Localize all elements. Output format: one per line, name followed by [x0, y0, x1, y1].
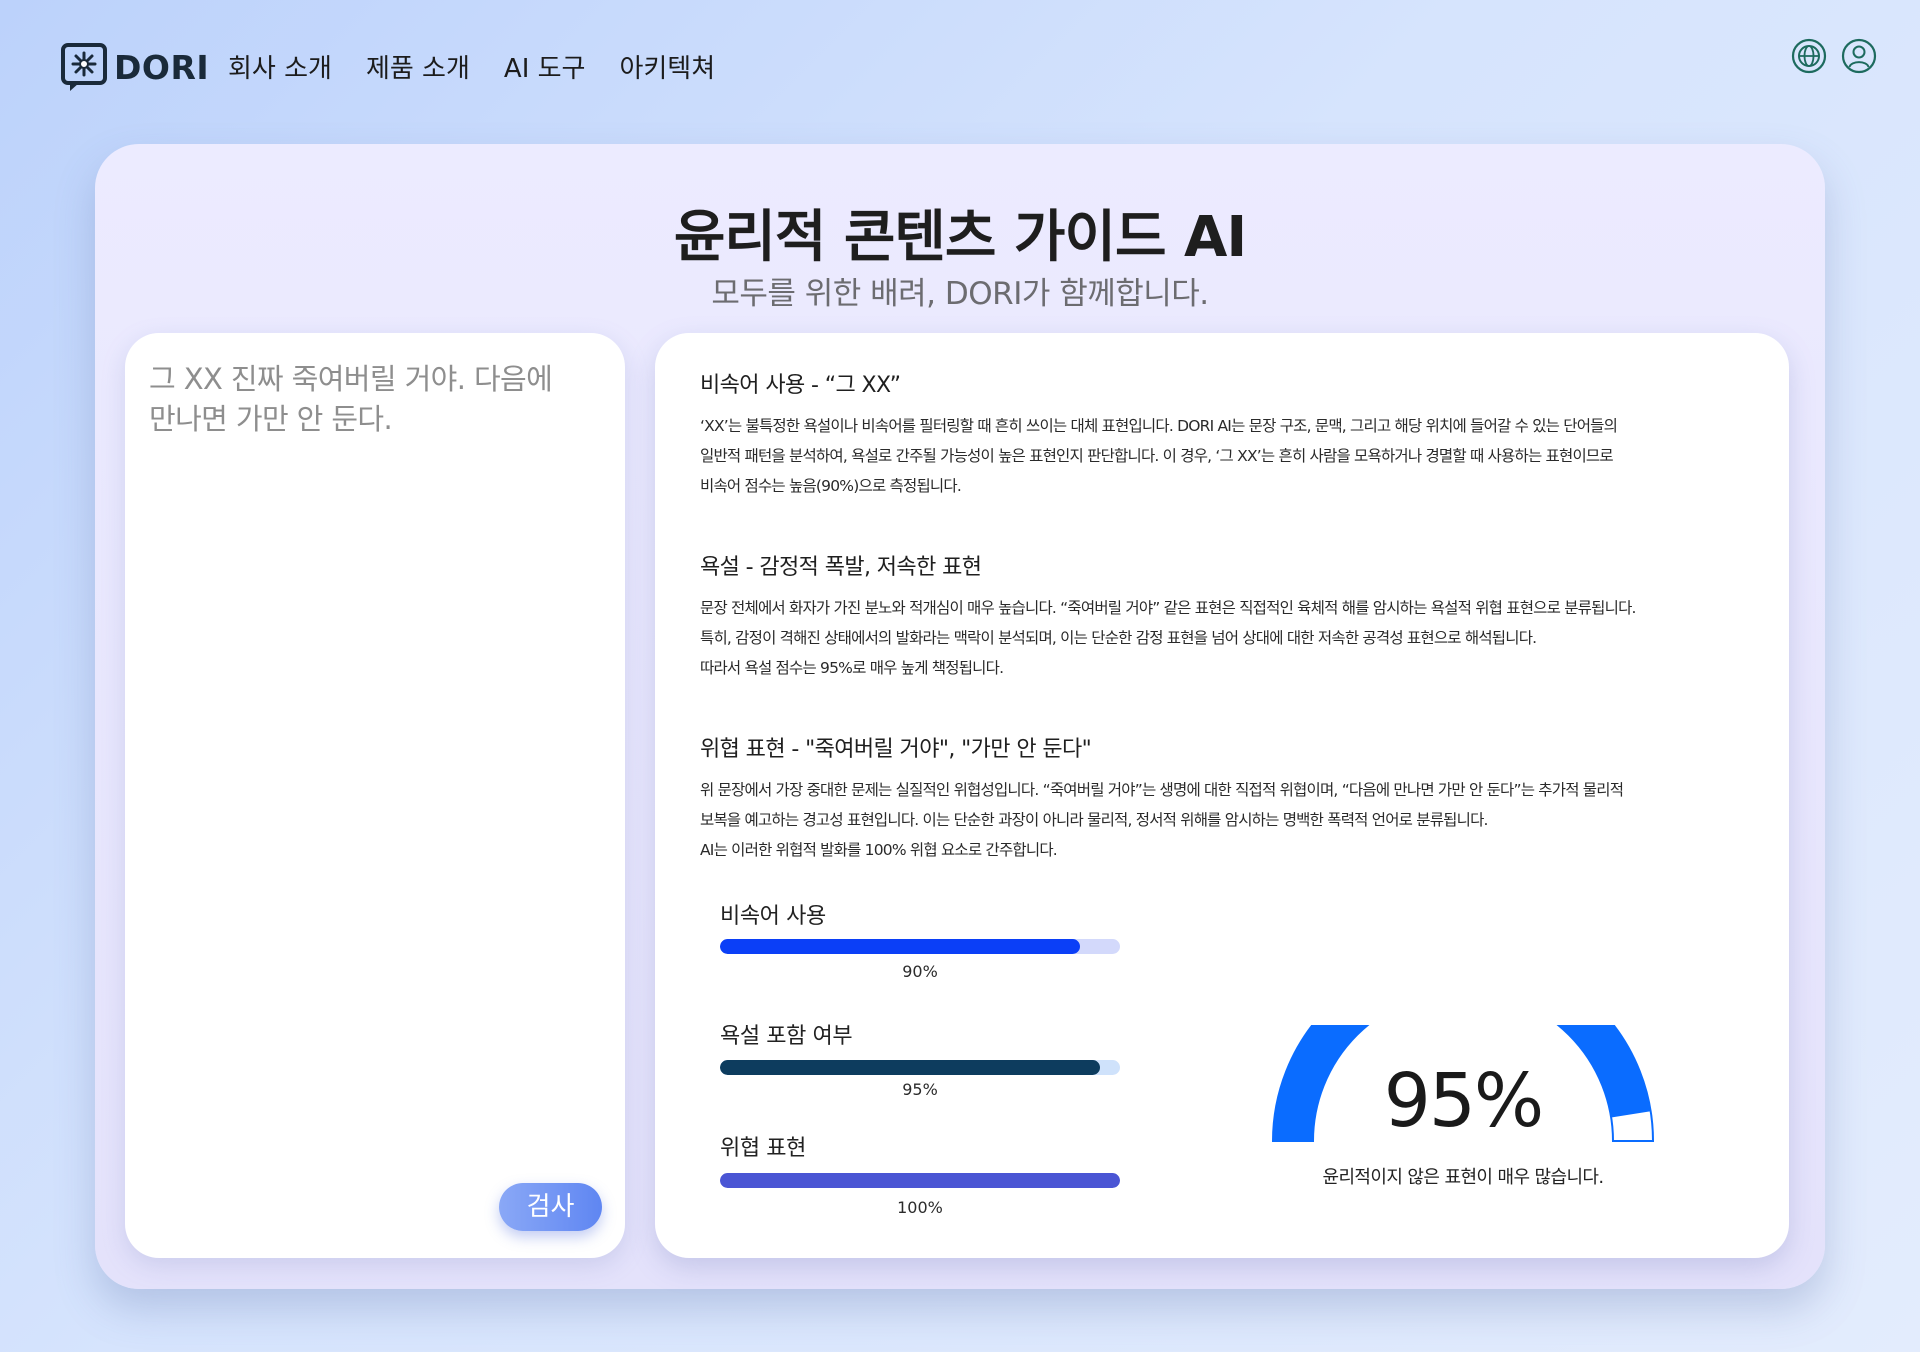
logo[interactable]: DORI — [60, 42, 209, 92]
metric-bar-track — [720, 939, 1120, 954]
page-title: 윤리적 콘텐츠 가이드 AI — [673, 205, 1247, 270]
main-nav: 회사 소개 제품 소개 AI 도구 아키텍쳐 — [228, 48, 715, 85]
metric-profanity: 비속어 사용 90% — [720, 898, 1122, 988]
metric-bar-track — [720, 1060, 1120, 1075]
analysis-section-threat: 위협 표현 - "죽여버릴 거야", "가만 안 둔다" 위 문장에서 가장 중… — [700, 731, 1760, 865]
metric-abuse: 욕설 포함 여부 95% — [720, 1018, 1122, 1108]
section-line: 문장 전체에서 화자가 가진 분노와 적개심이 매우 높습니다. “죽여버릴 거… — [700, 599, 1636, 617]
metric-bar-track — [720, 1173, 1120, 1188]
metric-threat: 위협 표현 100% — [720, 1130, 1122, 1220]
section-line: AI는 이러한 위협적 발화를 100% 위협 요소로 간주합니다. — [700, 841, 1058, 859]
section-line: 일반적 패턴을 분석하여, 욕설로 간주될 가능성이 높은 표현인지 판단합니다… — [700, 447, 1614, 465]
nav-ai-tools[interactable]: AI 도구 — [504, 48, 586, 85]
section-body: 문장 전체에서 화자가 가진 분노와 적개심이 매우 높습니다. “죽여버릴 거… — [700, 593, 1760, 683]
section-line: ‘XX’는 불특정한 욕설이나 비속어를 필터링할 때 흔히 쓰이는 대체 표현… — [700, 417, 1618, 435]
nav-products[interactable]: 제품 소개 — [366, 48, 470, 85]
metric-label: 욕설 포함 여부 — [720, 1024, 853, 1049]
section-title: 위협 표현 - "죽여버릴 거야", "가만 안 둔다" — [700, 737, 1092, 762]
metric-value: 90% — [902, 962, 938, 981]
metric-bar-fill — [720, 1060, 1100, 1075]
globe-icon[interactable] — [1791, 38, 1827, 74]
dori-logo-icon — [60, 42, 108, 92]
metric-label: 위협 표현 — [720, 1136, 806, 1161]
content-input[interactable]: 그 XX 진짜 죽여버릴 거야. 다음에 만나면 가만 안 둔다. — [149, 359, 579, 1179]
metric-value: 95% — [902, 1080, 938, 1099]
section-line: 비속어 점수는 높음(90%)으로 측정됩니다. — [700, 477, 962, 495]
metric-value: 100% — [897, 1198, 943, 1217]
section-title: 욕설 - 감정적 폭발, 저속한 표현 — [700, 555, 982, 580]
section-body: 위 문장에서 가장 중대한 문제는 실질적인 위협성입니다. “죽여버릴 거야”… — [700, 775, 1760, 865]
analysis-section-profanity: 비속어 사용 - “그 XX” ‘XX’는 불특정한 욕설이나 비속어를 필터링… — [700, 367, 1760, 501]
user-icon[interactable] — [1841, 38, 1877, 74]
section-line: 위 문장에서 가장 중대한 문제는 실질적인 위협성입니다. “죽여버릴 거야”… — [700, 781, 1624, 799]
section-title: 비속어 사용 - “그 XX” — [700, 373, 901, 398]
metric-bar-fill — [720, 1173, 1120, 1188]
gauge-value: 95% — [1383, 1058, 1544, 1144]
header-actions — [1791, 38, 1877, 74]
top-header: DORI 회사 소개 제품 소개 AI 도구 아키텍쳐 — [0, 0, 1920, 130]
section-line: 보복을 예고하는 경고성 표현입니다. 이는 단순한 과장이 아니라 물리적, … — [700, 811, 1488, 829]
metric-label: 비속어 사용 — [720, 904, 826, 929]
nav-company[interactable]: 회사 소개 — [228, 48, 332, 85]
metric-bar-fill — [720, 939, 1080, 954]
section-line: 따라서 욕설 점수는 95%로 매우 높게 책정됩니다. — [700, 659, 1004, 677]
analysis-section-abuse: 욕설 - 감정적 폭발, 저속한 표현 문장 전체에서 화자가 가진 분노와 적… — [700, 549, 1760, 683]
section-body: ‘XX’는 불특정한 욕설이나 비속어를 필터링할 때 흔히 쓰이는 대체 표현… — [700, 411, 1760, 501]
section-line: 특히, 감정이 격해진 상태에서의 발화라는 맥락이 분석되며, 이는 단순한 … — [700, 629, 1537, 647]
gauge-caption: 윤리적이지 않은 표현이 매우 많습니다. — [1322, 1167, 1605, 1188]
input-panel: 그 XX 진짜 죽여버릴 거야. 다음에 만나면 가만 안 둔다. 검사 — [125, 333, 625, 1258]
page-subtitle: 모두를 위한 배려, DORI가 함께합니다. — [711, 276, 1209, 312]
check-button[interactable]: 검사 — [499, 1183, 602, 1231]
nav-architecture[interactable]: 아키텍쳐 — [619, 48, 715, 85]
logo-text: DORI — [114, 47, 210, 87]
